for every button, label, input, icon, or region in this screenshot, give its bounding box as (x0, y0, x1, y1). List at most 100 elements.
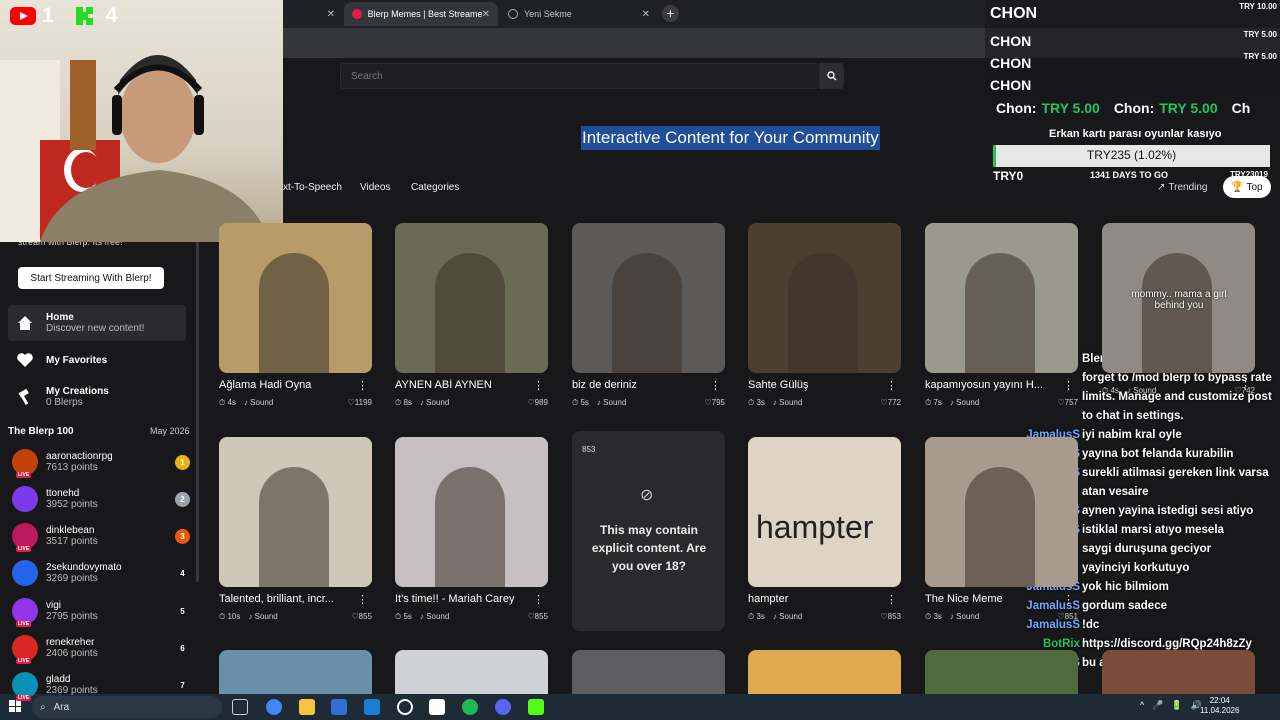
new-tab-button[interactable]: + (662, 5, 679, 22)
more-options-icon[interactable]: ⋮ (710, 379, 721, 392)
more-options-icon[interactable]: ⋮ (533, 379, 544, 392)
blerp-card[interactable]: kapamıyosun yayını H... ⋮ ⏱ 7s ♪ Sound ♡757 (925, 223, 1078, 408)
explicit-warning: This may contain explicit content. Are y… (591, 523, 707, 573)
blerp-title[interactable]: biz de deriniz (572, 379, 712, 391)
tab-close-icon[interactable]: ✕ (482, 9, 490, 20)
leaderboard-row[interactable]: LIVE aaronactionrpg 7613 points 1 (12, 444, 190, 480)
leaderboard-row[interactable]: LIVE vigi 2795 points 5 (12, 593, 190, 629)
search-input[interactable]: Search (340, 63, 820, 89)
blerp-title[interactable]: Ağlama Hadi Oyna (219, 379, 359, 391)
leaderboard-row[interactable]: LIVE gladd 2369 points 7 (12, 667, 190, 703)
blerp-thumbnail[interactable] (925, 650, 1078, 694)
discord-icon[interactable] (495, 699, 511, 715)
blerp-title[interactable]: hampter (748, 593, 888, 605)
task-view-icon[interactable] (232, 699, 248, 715)
leaderboard-row[interactable]: LIVE dinklebean 3517 points 3 (12, 518, 190, 554)
tab-videos[interactable]: Videos (360, 177, 390, 197)
like-count: 989 (534, 398, 548, 407)
sidebar-item-creations[interactable]: My Creations 0 Blerps (8, 379, 186, 415)
sound-label: Sound (956, 398, 980, 407)
sidebar-scrollbar[interactable] (196, 242, 199, 582)
spotify-icon[interactable] (462, 699, 478, 715)
blerp-thumbnail[interactable] (748, 223, 901, 373)
tab-close-icon[interactable]: ✕ (327, 9, 335, 20)
kick-app-icon[interactable] (528, 699, 544, 715)
ticker-name: Ch (1231, 100, 1251, 116)
more-options-icon[interactable]: ⋮ (886, 593, 897, 606)
browser-tab-hidden[interactable]: ✕ (283, 2, 343, 26)
blerp-meta: ⏱ 3s ♪ Sound ♡851 (925, 612, 1078, 622)
search-button[interactable] (820, 63, 844, 89)
tab-categories[interactable]: Categories (411, 177, 459, 197)
blerp-thumbnail[interactable] (925, 223, 1078, 373)
blerp-card[interactable]: mommy.. mama a girl behind you ⋮ ⏱ 4s ♪ Sou… (1102, 223, 1255, 396)
more-options-icon[interactable]: ⋮ (1063, 379, 1074, 392)
blerp-card[interactable]: Sahte Gülüş ⋮ ⏱ 3s ♪ Sound ♡772 (748, 223, 901, 408)
blerp-card[interactable]: biz de deriniz ⋮ ⏱ 5s ♪ Sound ♡795 (572, 223, 725, 408)
more-options-icon[interactable]: ⋮ (533, 593, 544, 606)
blerp-thumbnail[interactable] (925, 437, 1078, 587)
rank-badge: 1 (175, 454, 190, 470)
store-icon[interactable] (331, 699, 347, 715)
chrome-icon[interactable] (266, 699, 282, 715)
blerp-thumbnail[interactable]: 853 ⊘ This may contain explicit content. A… (572, 431, 725, 631)
blerp-title[interactable]: The Nice Meme (925, 593, 1065, 605)
more-options-icon[interactable]: ⋮ (357, 593, 368, 606)
sidebar-item-favorites[interactable]: My Favorites (8, 342, 186, 378)
blerp-thumbnail[interactable] (395, 223, 548, 373)
blerp-thumbnail[interactable] (219, 437, 372, 587)
chat-text: istiklal marsi atıyo mesela (1082, 524, 1224, 536)
live-badge: LIVE (16, 472, 32, 478)
file-explorer-icon[interactable] (299, 699, 315, 715)
blerp-card[interactable]: hampter hampter ⋮ ⏱ 3s ♪ Sound ♡853 (748, 437, 901, 622)
blerp-thumbnail[interactable] (748, 650, 901, 694)
blerp-thumbnail[interactable]: hampter (748, 437, 901, 587)
blerp-title[interactable]: kapamıyosun yayını H... (925, 379, 1065, 391)
blerp-thumbnail[interactable] (1102, 650, 1255, 694)
more-options-icon[interactable]: ⋮ (1240, 379, 1251, 392)
platform-counts: 1 4 (10, 4, 117, 28)
capcut-icon[interactable] (429, 699, 445, 715)
blerp-thumbnail[interactable] (395, 650, 548, 694)
tab-text-to-speech[interactable]: xt-To-Speech (283, 177, 342, 197)
blerp-title[interactable]: Talented, brilliant, incr... (219, 593, 359, 605)
leaderboard-row[interactable]: LIVE renekreher 2406 points 6 (12, 630, 190, 666)
outlook-icon[interactable] (364, 699, 380, 715)
blerp-thumbnail[interactable] (219, 223, 372, 373)
blerp-card[interactable]: The Nice Meme ⋮ ⏱ 3s ♪ Sound ♡851 (925, 437, 1078, 622)
start-streaming-button[interactable]: Start Streaming With Blerp! (18, 267, 164, 289)
blerp-thumbnail[interactable]: mommy.. mama a girl behind you (1102, 223, 1255, 373)
blerp-card[interactable]: It's time!! - Mariah Carey ⋮ ⏱ 5s ♪ Sound ♡8… (395, 437, 548, 622)
blerp-card[interactable]: Talented, brilliant, incr... ⋮ ⏱ 10s ♪ Soun… (219, 437, 372, 622)
like-count: 795 (711, 398, 725, 407)
obs-icon[interactable] (397, 699, 413, 715)
rank-badge: 5 (180, 606, 185, 616)
browser-tab-newtab[interactable]: Yeni Sekme ✕ (500, 2, 658, 26)
ticker-entry: Chon: TRY 5.00 (996, 100, 1100, 116)
tab-close-icon[interactable]: ✕ (642, 9, 650, 20)
taskbar-clock[interactable]: 22:04 11.04.2026 (1200, 696, 1239, 716)
browser-tab-blerp[interactable]: Blerp Memes | Best Streamer S... ✕ (344, 2, 498, 26)
duration-value: 3s (756, 398, 765, 407)
top-filter[interactable]: 🏆 Top (1223, 176, 1271, 198)
blerp-thumbnail[interactable] (572, 223, 725, 373)
blerp-card[interactable]: 853 ⊘ This may contain explicit content. A… (572, 431, 725, 631)
blerp-title[interactable]: Sahte Gülüş (748, 379, 888, 391)
more-options-icon[interactable]: ⋮ (886, 379, 897, 392)
leaderboard-text: 2sekundovymato 3269 points (46, 562, 122, 584)
blerp-title[interactable]: AYNEN ABİ AYNEN (395, 379, 535, 391)
blerp-thumbnail[interactable] (219, 650, 372, 694)
ticker-amount: TRY 5.00 (1041, 100, 1100, 116)
leaderboard-row[interactable]: ttonehd 3952 points 2 (12, 481, 190, 517)
more-options-icon[interactable]: ⋮ (357, 379, 368, 392)
chat-message: to chat in settings. (1020, 407, 1280, 426)
more-options-icon[interactable]: ⋮ (1063, 593, 1074, 606)
blerp-card[interactable]: Ağlama Hadi Oyna ⋮ ⏱ 4s ♪ Sound ♡1199 (219, 223, 372, 408)
leaderboard-row[interactable]: 2sekundovymato 3269 points 4 (12, 555, 190, 591)
blerp-thumbnail[interactable] (395, 437, 548, 587)
blocked-icon: ⊘ (640, 487, 654, 504)
blerp-card[interactable]: AYNEN ABİ AYNEN ⋮ ⏱ 8s ♪ Sound ♡989 (395, 223, 548, 408)
blerp-thumbnail[interactable] (572, 650, 725, 694)
blerp-title[interactable]: It's time!! - Mariah Carey (395, 593, 535, 605)
sidebar-item-home[interactable]: Home Discover new content! (8, 305, 186, 341)
